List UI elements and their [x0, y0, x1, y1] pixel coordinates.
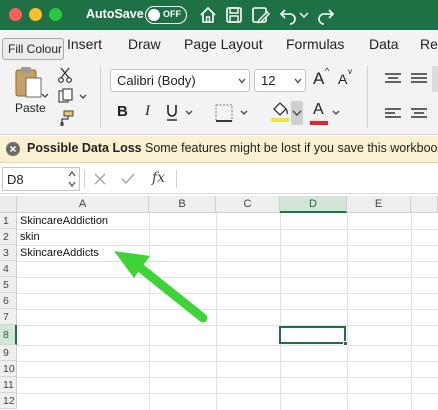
confirm-entry-icon[interactable] [121, 173, 135, 185]
name-box-value: D8 [7, 172, 24, 187]
decrease-font-size-button[interactable]: A [338, 71, 347, 87]
close-window-button[interactable] [9, 8, 22, 21]
borders-icon[interactable] [215, 104, 233, 122]
tab-insert[interactable]: Insert [67, 36, 102, 52]
save-as-icon[interactable] [249, 4, 271, 26]
increase-font-size-button[interactable]: A [313, 69, 324, 89]
undo-dropdown-icon[interactable] [298, 4, 310, 26]
underline-button[interactable] [165, 104, 179, 122]
align-middle-icon[interactable] [410, 72, 428, 86]
fill-colour-button[interactable] [269, 100, 291, 124]
caret-up-icon: ^ [325, 66, 330, 76]
font-name-select[interactable]: Calibri (Body) [110, 69, 250, 92]
fill-colour-dropdown[interactable] [291, 101, 303, 125]
autosave-label: AutoSave [86, 7, 144, 21]
data-loss-notification: Possible Data Loss Some features might b… [0, 136, 438, 163]
font-colour-button[interactable]: A [313, 101, 324, 119]
chevron-down-icon [294, 78, 302, 84]
save-icon[interactable] [223, 4, 245, 26]
caret-down-icon: v [348, 67, 352, 76]
copy-icon[interactable] [58, 88, 74, 104]
format-painter-icon[interactable] [58, 110, 74, 126]
notification-message: Some features might be lost if you save … [145, 141, 438, 155]
font-colour-dropdown-icon[interactable] [332, 110, 340, 116]
chevron-down-icon [238, 78, 246, 84]
paste-dropdown-icon[interactable] [41, 93, 49, 99]
italic-button[interactable]: I [145, 103, 150, 120]
formula-bar: D8 fx [0, 164, 438, 194]
font-size-value: 12 [261, 73, 276, 88]
align-bottom-button[interactable] [432, 66, 438, 92]
zoom-window-button[interactable] [49, 8, 62, 21]
minimize-window-button[interactable] [29, 8, 42, 21]
insert-function-button[interactable]: fx [152, 170, 165, 186]
formula-input[interactable] [180, 168, 436, 190]
copy-dropdown-icon[interactable] [79, 94, 87, 100]
bold-button[interactable]: B [117, 103, 128, 120]
undo-icon[interactable] [277, 4, 299, 26]
paste-label: Paste [15, 101, 46, 115]
ribbon-separator [367, 66, 368, 128]
tab-data[interactable]: Data [369, 36, 399, 52]
tab-page-layout[interactable]: Page Layout [184, 36, 263, 52]
cancel-entry-icon[interactable] [94, 173, 106, 185]
autosave-toggle[interactable]: OFF [145, 6, 187, 24]
tab-review[interactable]: Re [420, 36, 438, 52]
redo-icon[interactable] [315, 4, 337, 26]
ribbon-home: Paste Calibri (Body) 12 A ^ A v B I A [0, 60, 438, 135]
font-name-value: Calibri (Body) [117, 73, 196, 88]
font-colour-swatch [310, 121, 328, 125]
borders-dropdown-icon[interactable] [240, 110, 248, 116]
toggle-knob [148, 8, 160, 21]
formula-separator [176, 170, 177, 188]
ribbon-separator [100, 66, 101, 128]
formula-separator [84, 170, 85, 188]
home-icon[interactable] [197, 4, 219, 26]
paste-icon[interactable] [14, 66, 44, 100]
ribbon-tabs: Insert Draw Page Layout Formulas Data Re [0, 30, 438, 60]
spreadsheet-grid: A B C D E 1 2 3 4 5 6 7 8 9 10 11 12 Ski… [0, 196, 438, 410]
align-center-icon[interactable] [410, 107, 428, 121]
notification-title: Possible Data Loss [27, 141, 142, 155]
fill-colour-tooltip: Fill Colour [2, 38, 64, 60]
name-box-stepper-icon[interactable] [68, 169, 76, 189]
align-left-icon[interactable] [384, 107, 402, 121]
tab-formulas[interactable]: Formulas [286, 36, 344, 52]
annotation-arrow [114, 251, 208, 323]
autosave-state: OFF [163, 9, 181, 19]
title-bar: AutoSave OFF [0, 0, 438, 30]
close-notification-icon[interactable] [6, 142, 20, 156]
tab-draw[interactable]: Draw [128, 36, 161, 52]
cut-icon[interactable] [58, 67, 72, 83]
underline-dropdown-icon[interactable] [185, 110, 193, 116]
align-top-icon[interactable] [384, 72, 402, 86]
font-size-select[interactable]: 12 [254, 69, 306, 92]
